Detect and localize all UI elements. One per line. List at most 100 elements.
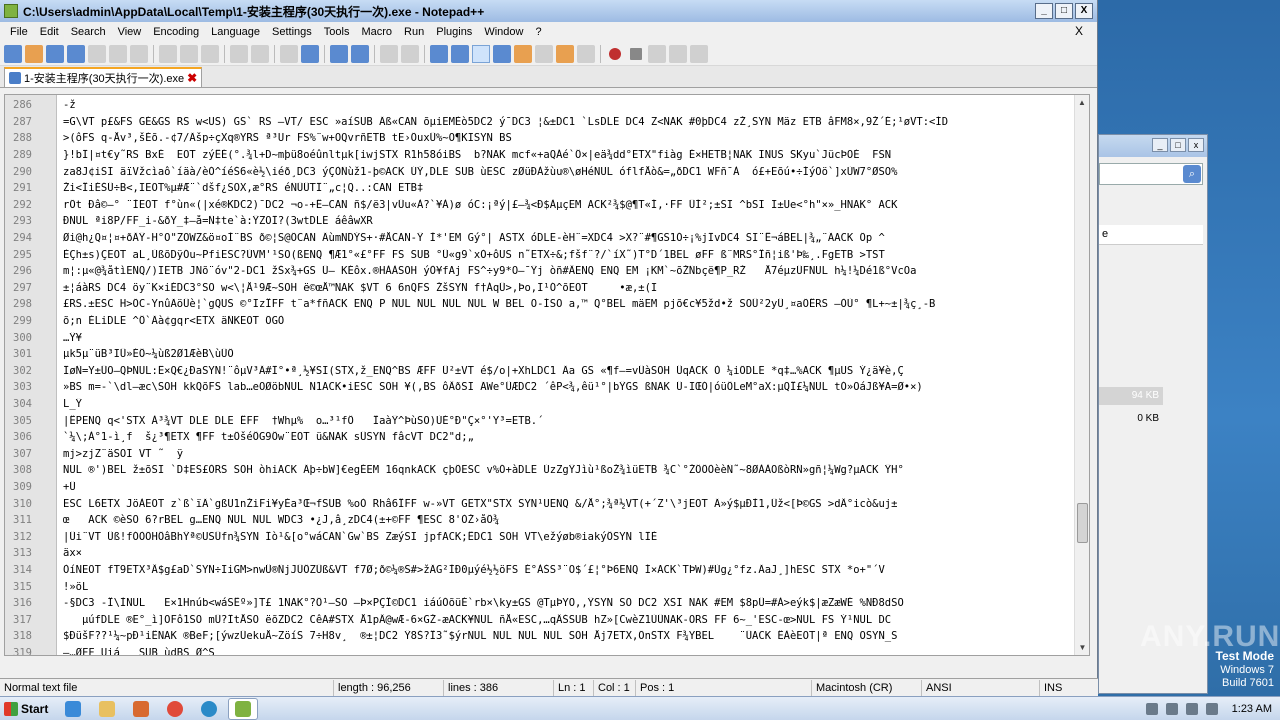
vertical-scrollbar[interactable]: ▲ ▼: [1074, 95, 1089, 655]
tray-network-icon[interactable]: [1165, 702, 1178, 715]
start-button[interactable]: Start: [0, 698, 54, 720]
taskbar-ie[interactable]: [58, 698, 88, 720]
print-icon[interactable]: [130, 44, 148, 63]
redo-icon[interactable]: [251, 44, 269, 63]
save-all-icon[interactable]: [67, 44, 85, 63]
tab-close-icon[interactable]: ✖: [187, 71, 197, 85]
menu-file[interactable]: File: [4, 26, 34, 38]
zoom-in-icon[interactable]: [330, 44, 348, 63]
code-line[interactable]: 307 mj>zjZ¨äSOI VT ˜ ÿ: [5, 445, 1075, 462]
code-line[interactable]: 309 +Ü: [5, 479, 1075, 496]
code-line[interactable]: 318 $ÐüšF??¹¼~pÐ¹iÊNAK ®BeF;[ýwzÜekuÅ~Zöí…: [5, 628, 1075, 645]
bg-column-header[interactable]: e: [1099, 225, 1203, 245]
code-line[interactable]: 293 ÐNUL ªi8P/FF_i-&ðY_‡—å=Ñ‡te`à:ŸZOÏ?(3…: [5, 213, 1075, 230]
menu-search[interactable]: Search: [65, 26, 112, 38]
tray-volume-icon[interactable]: [1185, 702, 1198, 715]
taskbar-chrome[interactable]: [160, 698, 190, 720]
taskbar-media[interactable]: [126, 698, 156, 720]
play-macro-icon[interactable]: [648, 44, 666, 63]
code-line[interactable]: 319 –…ØFF Uiá SUB ùdBS Ø^S: [5, 645, 1075, 655]
code-line[interactable]: 298 £RS.±ESC H>ÕC-YnûÃöÜè¦`gQUS ©°IzÎFF t…: [5, 296, 1075, 313]
close-file-icon[interactable]: [88, 44, 106, 63]
notepad-plus-plus-window[interactable]: C:\Users\admin\AppData\Local\Temp\1-安装主程…: [0, 0, 1098, 696]
code-line[interactable]: 304 L_Ÿ: [5, 396, 1075, 413]
title-bar[interactable]: C:\Users\admin\AppData\Local\Temp\1-安装主程…: [0, 0, 1097, 22]
tab-document[interactable]: 1-安装主程序(30天执行一次).exe ✖: [4, 67, 203, 87]
bg-maximize-button[interactable]: □: [1170, 138, 1186, 152]
editor-area[interactable]: 286 -ž 287 =G\VT p£&FS GÉ&GS RS w<US) GS` R…: [4, 94, 1090, 656]
copy-icon[interactable]: [180, 44, 198, 63]
monitoring-icon[interactable]: [577, 44, 595, 63]
code-line[interactable]: 314 ÒíNEOT fT9ETX³Â$g£aD`SYN÷IiGM>nwÛ®ÑjJ…: [5, 562, 1075, 579]
code-line[interactable]: 311 œ ACK ©èSO 6?rBEL g…ENQ NUL NUL WDC3 …: [5, 512, 1075, 529]
save-macro-icon[interactable]: [690, 44, 708, 63]
code-line[interactable]: 300 …Ÿ¥: [5, 329, 1075, 346]
bg-minimize-button[interactable]: _: [1152, 138, 1168, 152]
code-line[interactable]: 312 |Üi¨VT Ûß!fÓÒÕHÔâBhŸª©USÛfn¾SYN Ïò¹&[…: [5, 528, 1075, 545]
play-macro-multiple-icon[interactable]: [669, 44, 687, 63]
stop-macro-icon[interactable]: [630, 47, 642, 60]
code-line[interactable]: 299 õ;n ÈLiDLE ^Ô`Äà¢gqr<ETX äÑKEOT ÕGÒ: [5, 313, 1075, 330]
code-line[interactable]: 310 ESC L6ETX JöÀEOT z`ß`ïÄ`gßU1nŽiFi¥yÈa…: [5, 495, 1075, 512]
folder-workspace-icon[interactable]: [556, 44, 574, 63]
code-line[interactable]: 286 -ž: [5, 97, 1075, 114]
code-line[interactable]: 316 -§DC3 -Î\ÌNUL E×1Hnúb<wáSÊº»]T£ 1NAK°…: [5, 595, 1075, 612]
menu-tools[interactable]: Tools: [318, 26, 356, 38]
menu-language[interactable]: Language: [205, 26, 266, 38]
code-line[interactable]: 308 NUL ®')BEL ž±õSI `D‡ES£ÒRS SOH òhiACK…: [5, 462, 1075, 479]
maximize-button[interactable]: □: [1055, 3, 1073, 19]
code-line[interactable]: 315 !»öL: [5, 578, 1075, 595]
undo-icon[interactable]: [230, 44, 248, 63]
record-macro-icon[interactable]: [609, 47, 621, 60]
code-line[interactable]: 317 µúfDLE ®E°_ì]OFô1SO mÜ?ÏtÅSO ëõZDC2 …: [5, 611, 1075, 628]
code-line[interactable]: 296 m¦:µ«@¾åtìENQ/)IETB JNõ¨óv"2-DC1 žŠx¾…: [5, 263, 1075, 280]
new-file-icon[interactable]: [4, 44, 22, 63]
taskbar-notepadpp[interactable]: [228, 697, 258, 720]
code-line[interactable]: 295 ÈÇh±s)ÇEOT aL¸ÙßõDÿÓu~PfiESC?ÙVM'¹SO(…: [5, 246, 1075, 263]
user-language-icon[interactable]: [493, 44, 511, 63]
code-line[interactable]: 292 rÕt Ðâ©—° ¨ÌEOT f°ùn«(|xé®KDC2)¯DC2 ¬…: [5, 197, 1075, 214]
code-line[interactable]: 301 µk5µ¨üB³IÛ»ÉÔ~¼ùß2Ø1ÆèB\ùÜÖ: [5, 346, 1075, 363]
menu-run[interactable]: Run: [398, 26, 430, 38]
close-all-icon[interactable]: [109, 44, 127, 63]
find-icon[interactable]: [280, 44, 298, 63]
tray-flag-icon[interactable]: [1145, 702, 1158, 715]
code-line[interactable]: 291 Ži<ÎiÉŠÜ÷B<,IEOT%µ#Æ¨`dšf¿SOX,æ°RS éÑ…: [5, 180, 1075, 197]
show-all-characters-icon[interactable]: [451, 44, 469, 63]
background-explorer-window[interactable]: _ □ x ⌕ e 94 KB 0 KB: [1098, 134, 1208, 694]
code-line[interactable]: 294 Øi@h¿Q¤¦¤+ðÄŸ-H°O"ZOWZ&ö¤oÌ¨BS ð©¦S@Õ…: [5, 230, 1075, 247]
menu-macro[interactable]: Macro: [355, 26, 398, 38]
sync-vertical-icon[interactable]: [380, 44, 398, 63]
bg-close-button[interactable]: x: [1188, 138, 1204, 152]
taskbar-edge[interactable]: [194, 698, 224, 720]
open-file-icon[interactable]: [25, 44, 43, 63]
cut-icon[interactable]: [159, 44, 177, 63]
taskbar-explorer[interactable]: [92, 698, 122, 720]
scroll-up-icon[interactable]: ▲: [1075, 95, 1089, 110]
code-line[interactable]: 303 »BS m=-`\dl—æc\SOH kkQõFS lab…eOØöbNU…: [5, 379, 1075, 396]
close-document-button[interactable]: X: [1069, 24, 1089, 38]
code-line[interactable]: 290 za8J¢iSI äïVžcìaô`íäà/èÓ^íéŠ6«è½\iéð¸…: [5, 163, 1075, 180]
minimize-button[interactable]: _: [1035, 3, 1053, 19]
code-line[interactable]: 313 äx×: [5, 545, 1075, 562]
scroll-thumb[interactable]: [1077, 503, 1088, 543]
clock[interactable]: 1:23 AM: [1226, 703, 1272, 715]
code-line[interactable]: 306 `¼\;À°1-ì¸f š¿³¶ETX ¶FF t±ÖšéÔG9Ôw¨EO…: [5, 429, 1075, 446]
menu-window[interactable]: Window: [478, 26, 529, 38]
document-map-icon[interactable]: [514, 44, 532, 63]
code-line[interactable]: 288 >(ôFS q-Åv³,šÉõ.-¢7/Äšp÷çXq®YRS ª³Ur …: [5, 130, 1075, 147]
sync-horizontal-icon[interactable]: [401, 44, 419, 63]
word-wrap-icon[interactable]: [430, 44, 448, 63]
indent-guide-icon[interactable]: [472, 44, 490, 63]
close-button[interactable]: X: [1075, 3, 1093, 19]
code-line[interactable]: 302 ÏøÑ=Y±ÜO—QÞNUL:Ë×Q€¿ÐaSYN!¨ôµV³Ä#Ï°•ª…: [5, 363, 1075, 380]
menu-edit[interactable]: Edit: [34, 26, 65, 38]
replace-icon[interactable]: [301, 44, 319, 63]
save-icon[interactable]: [46, 44, 64, 63]
search-icon[interactable]: ⌕: [1183, 165, 1201, 183]
function-list-icon[interactable]: [535, 44, 553, 63]
menu-encoding[interactable]: Encoding: [147, 26, 205, 38]
menu-settings[interactable]: Settings: [266, 26, 318, 38]
scroll-down-icon[interactable]: ▼: [1075, 640, 1089, 655]
code-line[interactable]: 305 |ÊPENQ q<'STX À³¾VT DLE DLE ÊFF †Whµ%…: [5, 412, 1075, 429]
